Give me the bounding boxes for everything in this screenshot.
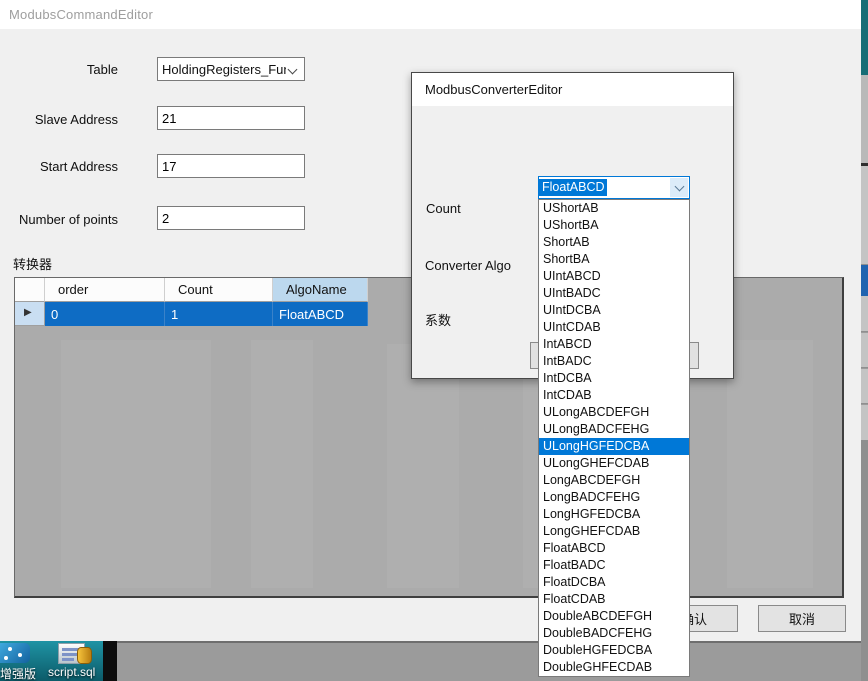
window-title: ModubsCommandEditor [9,7,153,22]
doc-line [62,658,74,661]
chevron-down-icon [288,65,298,75]
grid-corner-header [15,278,45,302]
dropdown-item[interactable]: LongBADCFEHG [539,489,689,506]
dropdown-item[interactable]: DoubleABCDEFGH [539,608,689,625]
converter-algo-label: Converter Algo [425,258,511,273]
start-address-label: Start Address [8,159,118,174]
table-select-value: HoldingRegisters_Fun [162,62,286,77]
grid-row-header[interactable]: ▶ [15,302,45,326]
table-label: Table [8,62,118,77]
grid-header-algoname[interactable]: AlgoName [273,278,368,302]
dropdown-item[interactable]: DoubleHGFEDCBA [539,642,689,659]
chevron-down-icon [674,181,684,191]
desktop-icon-label[interactable]: script.sql [48,665,95,679]
grid-header-order[interactable]: order [45,278,165,302]
dropdown-item[interactable]: IntABCD [539,336,689,353]
dropdown-item[interactable]: ShortAB [539,234,689,251]
icon-dot [4,656,8,660]
dialog-titlebar[interactable]: ModbusConverterEditor [412,73,733,106]
dropdown-item[interactable]: FloatCDAB [539,591,689,608]
dropdown-item[interactable]: FloatDCBA [539,574,689,591]
dropdown-item[interactable]: UShortBA [539,217,689,234]
count-label: Count [426,201,461,216]
grid-cell-count[interactable]: 1 [165,302,273,326]
right-strip-teal [861,0,868,75]
dropdown-item[interactable]: IntBADC [539,353,689,370]
right-strip-gray4 [861,333,868,368]
combo-dropdown-button[interactable] [670,178,688,197]
number-of-points-label: Number of points [8,212,118,227]
app-shortcut-icon[interactable] [0,643,30,663]
ghost-artifact [251,340,313,588]
coefficient-label: 系数 [425,310,451,329]
dropdown-item[interactable]: ShortBA [539,251,689,268]
dropdown-item[interactable]: UShortAB [539,200,689,217]
dropdown-item[interactable]: ULongBADCFEHG [539,421,689,438]
dropdown-item[interactable]: DoubleBADCFEHG [539,625,689,642]
dropdown-item[interactable]: DoubleGHFECDAB [539,659,689,676]
dropdown-item[interactable]: IntDCBA [539,370,689,387]
right-strip-gray6 [861,405,868,440]
icon-dot [8,647,12,651]
slave-address-input[interactable] [157,106,305,130]
dropdown-item[interactable]: FloatBADC [539,557,689,574]
start-address-input[interactable] [157,154,305,178]
desktop-icon-label[interactable]: 增强版 [0,665,36,681]
desktop-area: 增强版 script.sql [0,641,117,681]
dialog-title: ModbusConverterEditor [425,82,562,97]
slave-address-label: Slave Address [8,112,118,127]
dropdown-item[interactable]: ULongHGFEDCBA [539,438,689,455]
screen: ModubsCommandEditor Table HoldingRegiste… [0,0,868,681]
converter-algo-selected-value: FloatABCD [539,179,607,196]
grid-cell-algoname[interactable]: FloatABCD [273,302,368,326]
right-strip-gray3 [861,296,868,332]
ghost-artifact [387,344,459,588]
right-strip-gray2 [861,166,868,265]
row-selector-arrow-icon: ▶ [24,307,32,318]
right-strip-gray1 [861,75,868,163]
dropdown-item[interactable]: UIntCDAB [539,319,689,336]
ghost-artifact [727,340,813,588]
right-strip-blue [861,265,868,296]
dropdown-item[interactable]: UIntDCBA [539,302,689,319]
converter-algo-select[interactable]: FloatABCD [538,176,690,199]
dropdown-item[interactable]: FloatABCD [539,540,689,557]
dropdown-item[interactable]: LongGHEFCDAB [539,523,689,540]
dropdown-item[interactable]: UIntABCD [539,268,689,285]
cancel-button[interactable]: 取消 [758,605,846,632]
dropdown-item[interactable]: LongABCDEFGH [539,472,689,489]
icon-dot [18,653,22,657]
table-select[interactable]: HoldingRegisters_Fun [157,57,305,81]
grid-cell-order[interactable]: 0 [45,302,165,326]
right-strip-dim [861,440,868,681]
sql-cylinder-icon [77,647,92,664]
number-of-points-input[interactable] [157,206,305,230]
converter-grid-label: 转换器 [13,254,52,273]
algo-dropdown-list[interactable]: UShortABUShortBAShortABShortBAUIntABCDUI… [538,199,690,677]
dropdown-item[interactable]: UIntBADC [539,285,689,302]
cancel-button-label: 取消 [789,609,815,628]
main-titlebar[interactable]: ModubsCommandEditor [0,0,861,29]
ghost-artifact [61,340,211,588]
grid-header-count[interactable]: Count [165,278,273,302]
dropdown-item[interactable]: ULongABCDEFGH [539,404,689,421]
right-strip-gray5 [861,369,868,404]
dropdown-item[interactable]: IntCDAB [539,387,689,404]
dropdown-item[interactable]: ULongGHEFCDAB [539,455,689,472]
desktop-background: 增强版 script.sql [0,641,103,681]
dropdown-item[interactable]: LongHGFEDCBA [539,506,689,523]
